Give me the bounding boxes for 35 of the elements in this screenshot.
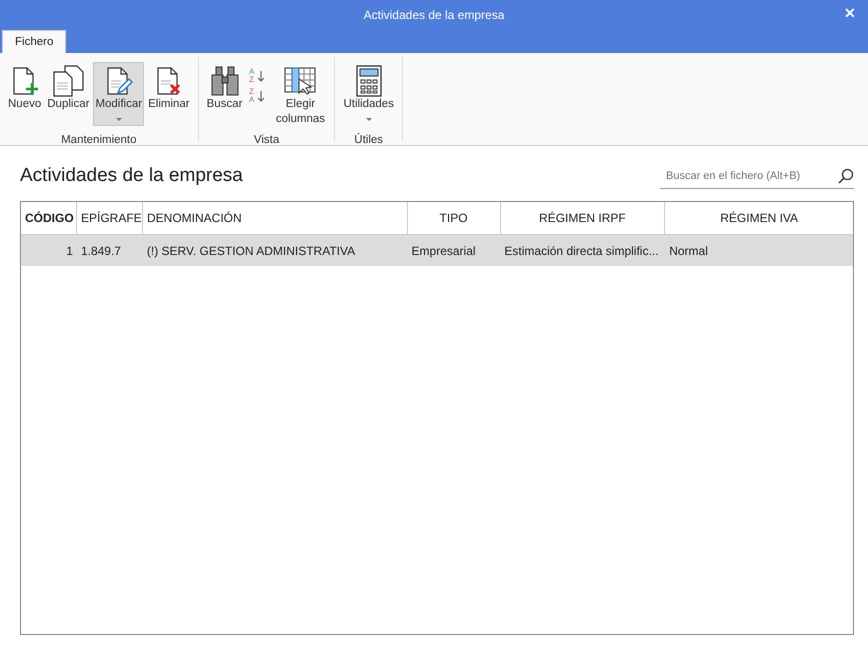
ribbon-button[interactable]: Nuevo	[6, 62, 44, 126]
column-header[interactable]: RÉGIMEN IRPF	[500, 202, 666, 234]
search-icon	[838, 168, 854, 184]
ribbon-tab[interactable]: Fichero	[2, 30, 66, 53]
binoculars-icon	[210, 65, 240, 97]
column-header[interactable]: DENOMINACIÓN	[143, 202, 408, 234]
ribbon-button[interactable]: Utilidades	[341, 62, 396, 126]
group-label: Vista	[254, 134, 280, 146]
table-cell-text: 1	[65, 242, 74, 260]
close-button[interactable]: ✕	[838, 4, 862, 22]
column-header[interactable]: EPÍGRAFE	[77, 202, 143, 234]
page-heading: Actividades de la empresa	[20, 165, 243, 187]
column-header[interactable]: CÓDIGO	[21, 202, 77, 234]
search-field[interactable]: Buscar en el fichero (Alt+B)	[666, 166, 838, 186]
table-cell-text: (!) SERV. GESTION ADMINISTRATIVA	[146, 242, 356, 260]
column-grid-icon	[284, 65, 316, 97]
ribbon-button[interactable]: Buscar	[204, 62, 244, 126]
window-title: Actividades de la empresa	[364, 8, 504, 23]
column-header[interactable]: TIPO	[408, 202, 500, 234]
ribbon-button[interactable]: Eliminar	[146, 62, 192, 126]
group-label: Útiles	[354, 134, 384, 146]
table-cell-text: Empresarial	[410, 242, 477, 260]
ribbon-button[interactable]: Elegir columnas	[272, 62, 328, 130]
table-row[interactable]: 1 1.849.7 (!) SERV. GESTION ADMINISTRATIVA Empresarial Estimación directa simplific... Normal	[21, 235, 853, 266]
ribbon-button[interactable]: Duplicar	[45, 62, 92, 126]
ribbon-button[interactable]: Modificar	[93, 62, 144, 126]
copy-documents-icon	[51, 65, 86, 97]
calculator-icon	[356, 65, 382, 97]
table-cell-text: Normal	[668, 242, 709, 260]
group-label: Mantenimiento	[61, 134, 137, 146]
dropdown-caret-icon	[366, 118, 372, 121]
table-cell-text: 1.849.7	[80, 242, 122, 260]
table-cell-text: Estimación directa simplific...	[503, 242, 660, 260]
dropdown-caret-icon	[116, 118, 122, 121]
column-header[interactable]: RÉGIMEN IVA	[665, 202, 853, 234]
